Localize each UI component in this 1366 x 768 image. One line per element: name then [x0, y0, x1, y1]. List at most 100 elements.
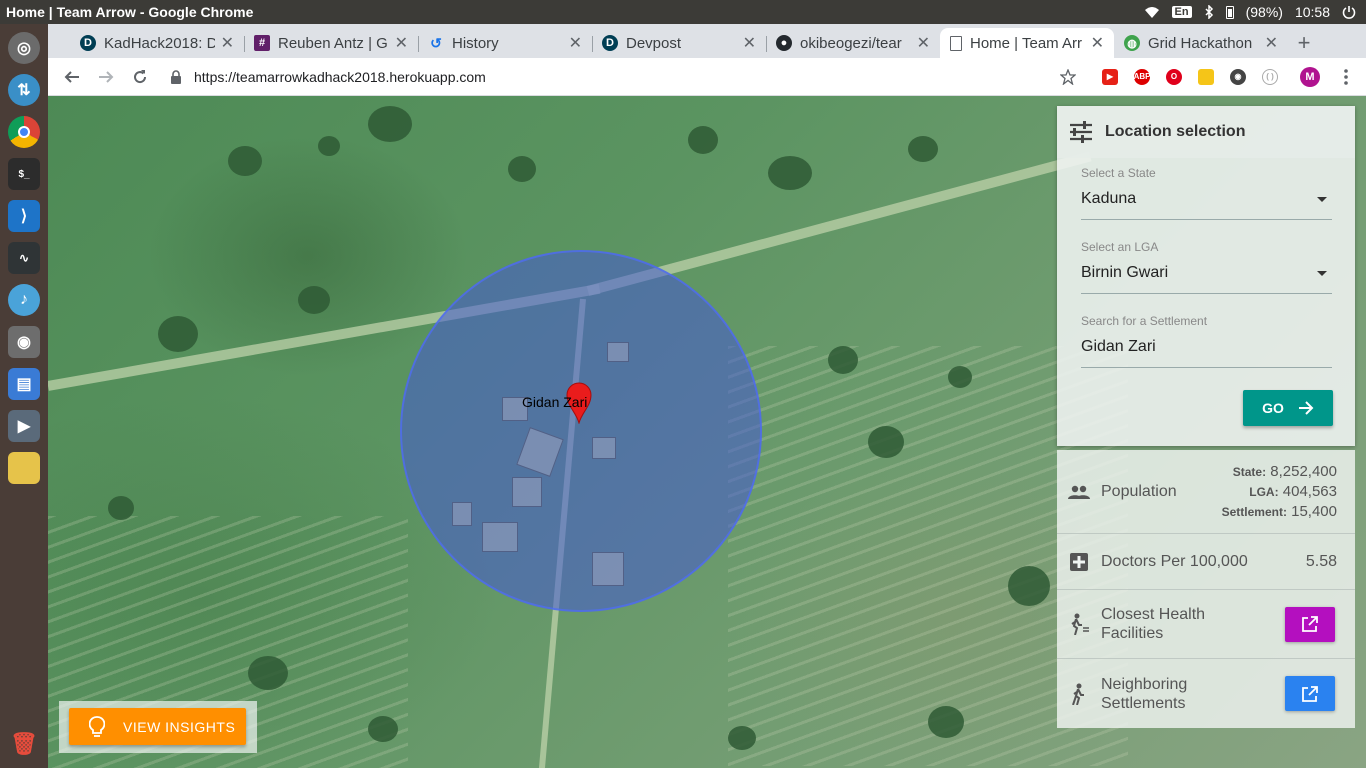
adblock-plus-icon[interactable]: ABP: [1134, 68, 1150, 85]
bluetooth-icon[interactable]: [1204, 5, 1214, 19]
lga-label: Select an LGA: [1081, 240, 1159, 254]
tab-title: Devpost: [626, 34, 682, 52]
close-tab-icon[interactable]: ✕: [917, 33, 930, 53]
open-health-facilities-button[interactable]: [1285, 606, 1335, 642]
tab-home-team-arrow[interactable]: Home | Team Arr ✕: [940, 28, 1114, 58]
chrome-icon[interactable]: [8, 116, 40, 148]
location-selection-panel: Location selection Select a State Kaduna…: [1057, 106, 1355, 446]
screenshot-app-icon[interactable]: ◉: [8, 326, 40, 358]
view-insights-button[interactable]: VIEW INSIGHTS: [69, 708, 246, 745]
building: [512, 477, 542, 507]
keyboard-layout[interactable]: En: [1171, 6, 1192, 18]
youtube-ext-icon[interactable]: ▶: [1102, 68, 1118, 85]
tree: [108, 496, 134, 520]
wifi-icon[interactable]: [1144, 5, 1160, 19]
extension-icon[interactable]: ( ): [1262, 68, 1278, 85]
close-tab-icon[interactable]: ✕: [1091, 33, 1104, 53]
state-dropdown[interactable]: Kaduna: [1081, 190, 1332, 220]
reload-button[interactable]: [124, 61, 156, 93]
settlement-pop-key: Settlement:: [1221, 505, 1287, 519]
tree: [868, 426, 904, 458]
video-player-icon[interactable]: ▶: [8, 410, 40, 442]
close-tab-icon[interactable]: ✕: [1265, 33, 1278, 53]
settlement-input[interactable]: Gidan Zari: [1081, 338, 1332, 368]
profile-avatar[interactable]: M: [1300, 66, 1320, 87]
close-tab-icon[interactable]: ✕: [395, 33, 408, 53]
folder-icon[interactable]: [8, 452, 40, 484]
arrow-right-icon: [1298, 401, 1314, 415]
tab-title: History: [452, 34, 499, 52]
close-tab-icon[interactable]: ✕: [743, 33, 756, 53]
tree: [318, 136, 340, 156]
terminal-icon[interactable]: $_: [8, 158, 40, 190]
tree: [768, 156, 812, 190]
go-button[interactable]: GO: [1243, 390, 1333, 426]
lock-icon[interactable]: [170, 69, 182, 84]
url-text: https://teamarrowkadhack2018.herokuapp.c…: [194, 68, 486, 85]
tree: [368, 106, 412, 142]
tree: [1008, 566, 1050, 606]
view-insights-label: VIEW INSIGHTS: [123, 718, 236, 735]
settlement-search[interactable]: Search for a Settlement Gidan Zari: [1081, 314, 1332, 368]
health-facilities-label: Closest Health Facilities: [1101, 605, 1205, 643]
population-values: State: 8,252,400 LGA: 404,563 Settlement…: [1222, 462, 1337, 522]
note-ext-icon[interactable]: [1198, 68, 1214, 85]
close-tab-icon[interactable]: ✕: [221, 33, 234, 53]
tree: [828, 346, 858, 374]
tab-reuben[interactable]: # Reuben Antz | G ✕: [244, 28, 418, 58]
incognito-ext-icon[interactable]: ◉: [1230, 68, 1246, 85]
lga-dropdown[interactable]: Birnin Gwari: [1081, 264, 1332, 294]
settlement-radius-circle[interactable]: [400, 250, 762, 612]
history-icon: ↺: [430, 34, 442, 51]
system-tray: En (98%) 10:58: [1144, 4, 1366, 20]
ubuntu-dash-icon[interactable]: ◎: [8, 32, 40, 64]
bookmark-star-icon[interactable]: [1060, 68, 1076, 85]
github-icon: ●: [776, 35, 792, 51]
caret-down-icon[interactable]: [1317, 271, 1327, 276]
trash-icon[interactable]: 🗑: [8, 728, 40, 760]
page-icon: [950, 35, 962, 51]
open-in-new-icon: [1302, 685, 1318, 702]
forward-button[interactable]: [90, 61, 122, 93]
state-pop-value: 8,252,400: [1270, 463, 1337, 480]
arrow-left-icon: [64, 70, 79, 83]
building: [592, 552, 624, 586]
address-bar[interactable]: https://teamarrowkadhack2018.herokuapp.c…: [164, 62, 1060, 92]
browser-toolbar: https://teamarrowkadhack2018.herokuapp.c…: [48, 58, 1366, 96]
tree: [908, 136, 938, 162]
tab-title: Reuben Antz | G: [278, 34, 388, 52]
tab-kadhack[interactable]: D KadHack2018: D ✕: [70, 28, 244, 58]
battery-icon[interactable]: [1225, 5, 1234, 19]
vscode-icon[interactable]: ⟩: [8, 200, 40, 232]
new-tab-button[interactable]: +: [1288, 28, 1320, 58]
tab-title: KadHack2018: D: [104, 34, 215, 52]
lga-select[interactable]: Select an LGA Birnin Gwari: [1081, 240, 1332, 294]
power-icon[interactable]: [1342, 5, 1356, 19]
system-monitor-icon[interactable]: ∿: [8, 242, 40, 274]
go-label: GO: [1262, 400, 1284, 416]
tune-icon: [1070, 121, 1092, 143]
close-tab-icon[interactable]: ✕: [569, 33, 582, 53]
menu-button[interactable]: [1330, 61, 1362, 93]
walking-person-icon: [1057, 613, 1101, 635]
opera-ext-icon[interactable]: O: [1166, 68, 1182, 85]
clock[interactable]: 10:58: [1295, 4, 1330, 20]
os-top-bar: Home | Team Arrow - Google Chrome En (98…: [0, 0, 1366, 24]
files-icon[interactable]: ▤: [8, 368, 40, 400]
tab-grid-hackathon[interactable]: ◍ Grid Hackathon ✕: [1114, 28, 1288, 58]
tab-github[interactable]: ● okibeogezi/tear ✕: [766, 28, 940, 58]
tab-history[interactable]: ↺ History ✕: [418, 28, 592, 58]
settings-app-icon[interactable]: ⇅: [8, 74, 40, 106]
sound-app-icon[interactable]: ♪: [8, 284, 40, 316]
tab-devpost[interactable]: D Devpost ✕: [592, 28, 766, 58]
arrow-right-icon: [99, 70, 114, 83]
settlement-label: Search for a Settlement: [1081, 314, 1208, 328]
open-neighboring-settlements-button[interactable]: [1285, 676, 1335, 711]
back-button[interactable]: [56, 61, 88, 93]
tab-strip: D KadHack2018: D ✕ # Reuben Antz | G ✕ ↺…: [48, 24, 1366, 58]
state-select[interactable]: Select a State Kaduna: [1081, 166, 1332, 220]
settlement-value: Gidan Zari: [1081, 338, 1156, 355]
caret-down-icon[interactable]: [1317, 197, 1327, 202]
tree: [948, 366, 972, 388]
neighbor-label-line: Neighboring: [1101, 675, 1188, 693]
